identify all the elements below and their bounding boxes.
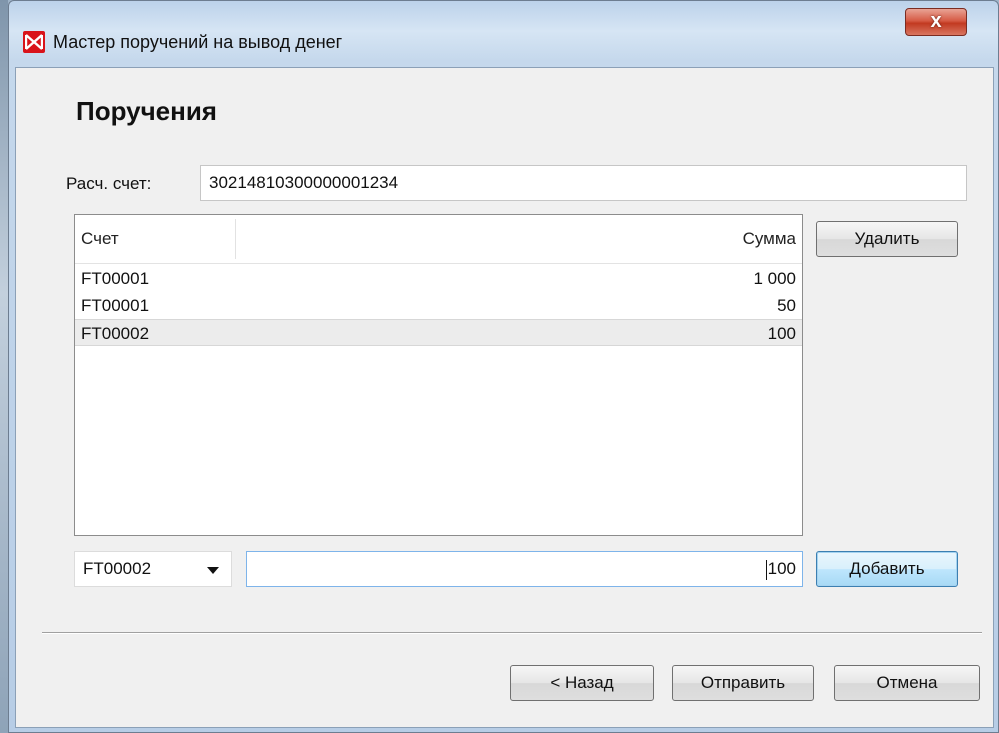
close-button[interactable]: x (905, 8, 967, 36)
table-row[interactable]: FT00001 50 (75, 292, 802, 319)
separator (42, 632, 982, 633)
settlement-account-field[interactable]: 30214810300000001234 (200, 165, 967, 201)
window-title: Мастер поручений на вывод денег (53, 32, 343, 52)
row-amount: 1 000 (753, 269, 796, 288)
row-amount: 100 (767, 324, 796, 343)
column-header-account[interactable]: Счет (81, 229, 119, 249)
send-button[interactable]: Отправить (672, 665, 814, 701)
text-caret (765, 559, 767, 580)
row-amount: 50 (777, 296, 796, 315)
column-header-amount[interactable]: Сумма (743, 229, 796, 249)
back-button[interactable]: < Назад (510, 665, 654, 701)
desktop-background (0, 0, 8, 733)
chevron-down-icon[interactable] (207, 567, 219, 574)
table-row-selected[interactable]: FT00002 100 (75, 319, 802, 346)
wizard-window: Мастер поручений на вывод денег x Поруче… (8, 0, 999, 733)
account-select[interactable]: FT00002 (74, 551, 232, 587)
row-account: FT00001 (81, 269, 150, 288)
delete-button[interactable]: Удалить (816, 221, 958, 257)
row-account: FT00001 (81, 296, 150, 315)
account-select-value: FT00002 (83, 559, 152, 578)
amount-input-value: 100 (767, 559, 796, 578)
page-title: Поручения (76, 96, 217, 126)
table-header: Счет Сумма (75, 215, 802, 264)
moex-logo-icon (23, 31, 45, 53)
column-divider[interactable] (235, 219, 236, 259)
row-account: FT00002 (81, 324, 150, 343)
wizard-content: Поручения Расч. счет: 302148103000000012… (15, 67, 994, 728)
title-bar[interactable]: Мастер поручений на вывод денег x (9, 1, 998, 53)
table-row[interactable]: FT00001 1 000 (75, 265, 802, 292)
settlement-account-label: Расч. счет: (66, 174, 152, 193)
cancel-button[interactable]: Отмена (834, 665, 980, 701)
amount-input[interactable]: 100 (246, 551, 803, 587)
add-button[interactable]: Добавить (816, 551, 958, 587)
orders-table[interactable]: Счет Сумма FT00001 1 000 FT00001 50 FT00… (74, 214, 803, 536)
